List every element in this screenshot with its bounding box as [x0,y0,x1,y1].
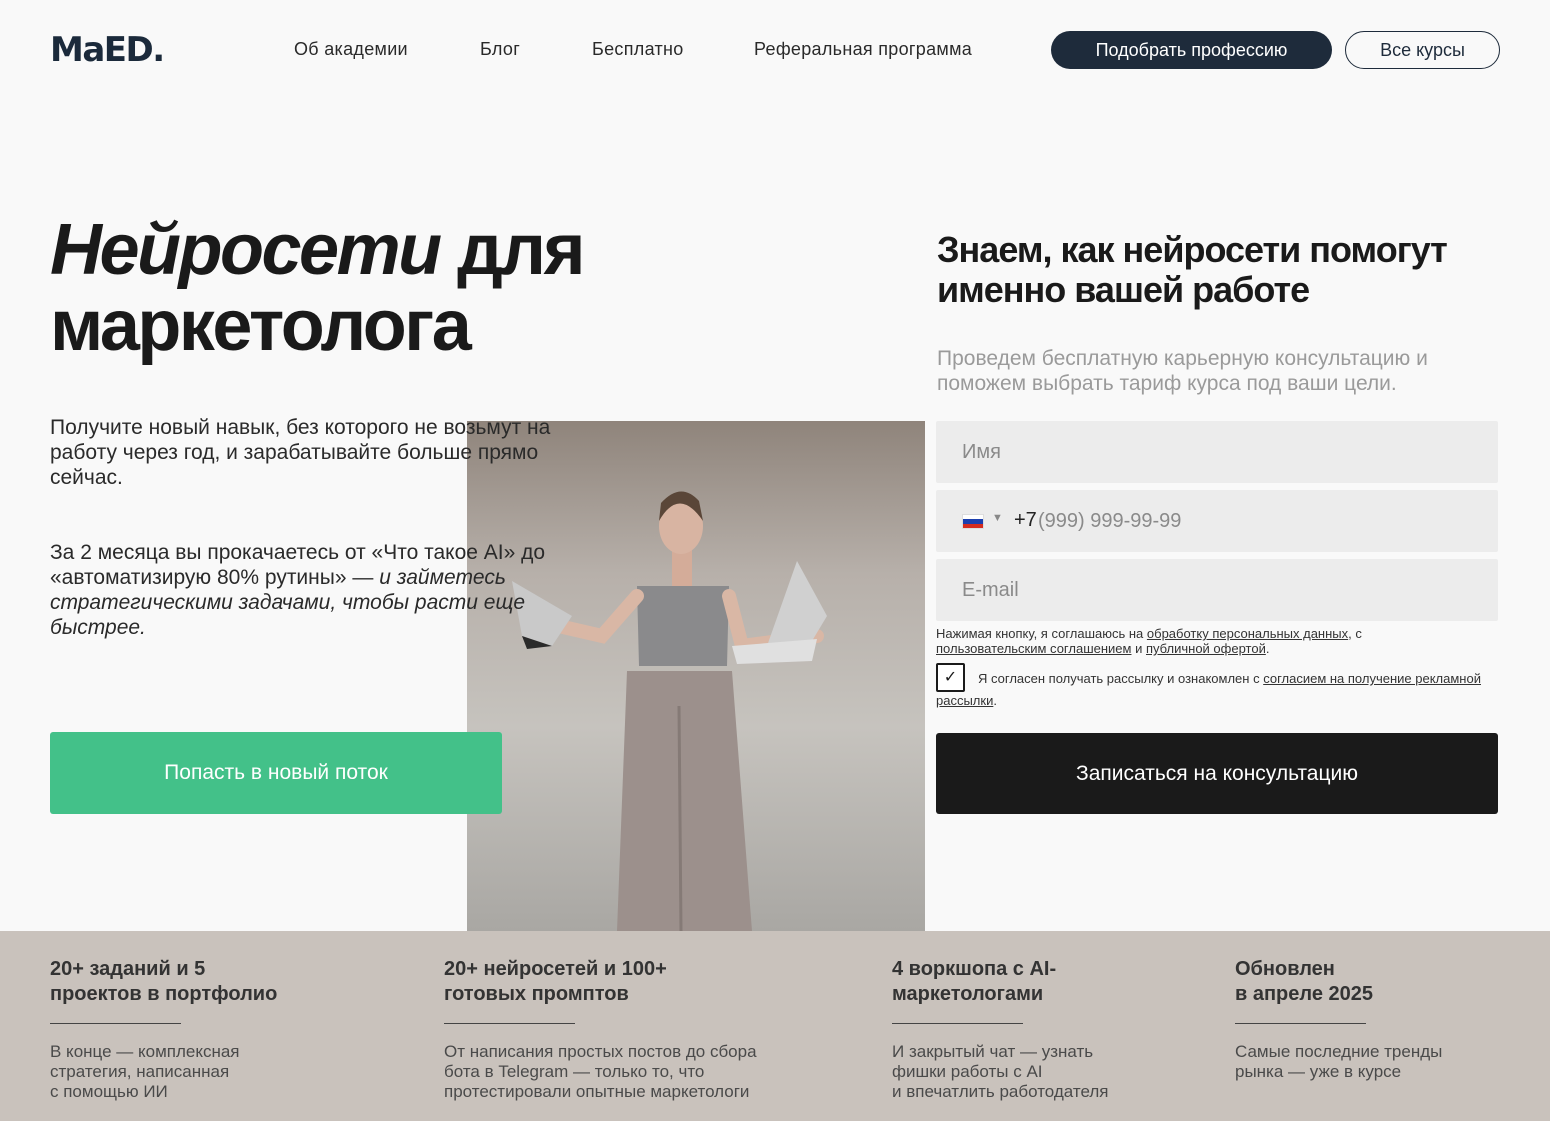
feature-item: 20+ заданий и 5 проектов в портфолио В к… [50,957,277,1102]
consent-mid: , с [1348,626,1362,641]
newsletter-prefix: Я согласен получать рассылку и ознакомле… [978,671,1264,686]
phone-field[interactable]: ▼ +7 [936,490,1498,552]
newsletter-consent-text: Я согласен получать рассылку и ознакомле… [936,668,1506,712]
logo[interactable]: MaED. [50,30,165,70]
feature-title: 20+ заданий и 5 проектов в портфолио [50,958,278,1005]
phone-country-code: +7 [1014,509,1037,531]
phone-input[interactable] [1038,490,1478,552]
feature-text: От написания простых постов до сбора бот… [444,1042,757,1101]
nav-about[interactable]: Об академии [294,37,408,61]
nav-referral[interactable]: Реферальная программа [754,37,972,61]
newsletter-end: . [993,693,997,708]
hero-lead: Получите новый навык, без которого не во… [50,416,551,489]
site-header: MaED. Об академии Блог Бесплатно Реферал… [0,0,1550,100]
divider [444,1023,575,1024]
divider [50,1023,181,1024]
feature-title: Обновлен в апреле 2025 [1235,958,1374,1005]
features-strip: 20+ заданий и 5 проектов в портфолио В к… [0,931,1550,1121]
consent-prefix: Нажимая кнопку, я соглашаюсь на [936,626,1147,641]
hero-title-part2: маркетолога [50,286,472,366]
user-agreement-link[interactable]: пользовательским соглашением [936,641,1131,656]
russia-flag-icon[interactable] [962,514,984,529]
hero-title: Нейросети для маркетолога [50,210,586,366]
hero-lead-secondary: За 2 месяца вы прокачаетесь от «Что тако… [50,540,590,640]
feature-title: 20+ нейросетей и 100+ готовых промптов [444,958,667,1005]
consent-and: и [1131,641,1146,656]
feature-text: В конце — комплексная стратегия, написан… [50,1042,240,1101]
public-offer-link[interactable]: публичной офертой [1146,641,1266,656]
consent-end: . [1265,641,1270,656]
pick-profession-button[interactable]: Подобрать профессию [1051,31,1332,69]
consent-text: Нажимая кнопку, я соглашаюсь на обработк… [936,626,1506,656]
woman-with-laptops-illustration [467,421,925,931]
form-subtitle: Проведем бесплатную карьерную консультац… [937,347,1428,395]
name-field[interactable] [936,421,1498,483]
all-courses-button[interactable]: Все курсы [1345,31,1500,69]
check-icon: ✓ [943,669,958,686]
email-field[interactable] [936,559,1498,621]
hero-photo [467,421,925,931]
feature-item: 20+ нейросетей и 100+ готовых промптов О… [444,957,757,1102]
hero-title-italic: Нейросети [50,210,442,290]
hero-title-part1: для [439,210,585,290]
divider [1235,1023,1366,1024]
join-stream-button[interactable]: Попасть в новый поток [50,732,502,814]
nav-blog[interactable]: Блог [480,37,520,61]
feature-item: 4 воркшопа с AI- маркетологами И закрыты… [892,957,1109,1102]
form-title: Знаем, как нейросети помогут именно ваше… [937,229,1448,310]
submit-consultation-button[interactable]: Записаться на консультацию [936,733,1498,814]
divider [892,1023,1023,1024]
nav-free[interactable]: Бесплатно [592,37,684,61]
feature-text: И закрытый чат — узнать фишки работы с A… [892,1042,1109,1101]
feature-item: Обновлен в апреле 2025 Самые последние т… [1235,957,1442,1082]
newsletter-checkbox[interactable]: ✓ [936,663,965,692]
feature-title: 4 воркшопа с AI- маркетологами [892,958,1057,1005]
chevron-down-icon[interactable]: ▼ [992,512,1003,524]
personal-data-link[interactable]: обработку персональных данных [1147,626,1348,641]
feature-text: Самые последние тренды рынка — уже в кур… [1235,1042,1443,1081]
